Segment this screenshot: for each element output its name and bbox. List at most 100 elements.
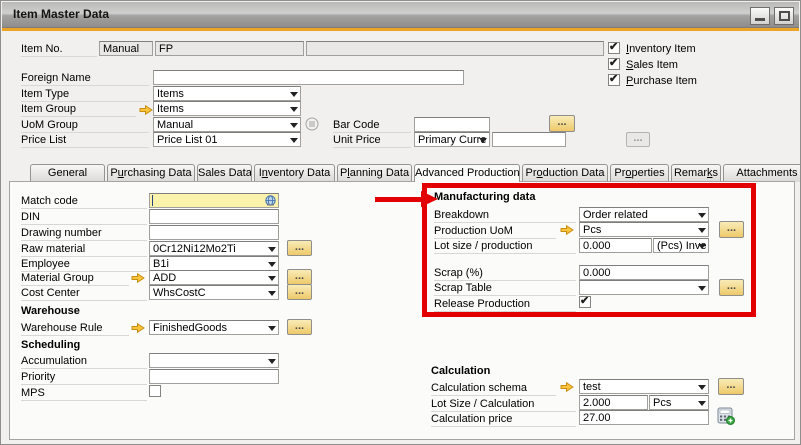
material-group-value: ADD [153, 272, 176, 284]
production-uom-browse-button[interactable]: ... [719, 221, 744, 238]
lot-size-calculation-label: Lot Size / Calculation [431, 398, 576, 412]
lot-size-production-uom-dropdown[interactable]: (Pcs) Inve [653, 238, 709, 253]
lot-size-calculation-uom-dropdown[interactable]: Pcs [649, 395, 709, 410]
uom-details-icon[interactable] [305, 117, 319, 131]
tab-properties[interactable]: Properties [610, 164, 669, 182]
drawing-number-label: Drawing number [21, 227, 147, 241]
dropdown-arrow-icon [290, 123, 298, 128]
unit-price-field[interactable] [492, 132, 566, 147]
item-no-secondary-field[interactable] [306, 41, 604, 56]
tab-production-data[interactable]: Production Data [522, 164, 608, 182]
tab-bar: General Purchasing Data Sales Data Inven… [30, 164, 801, 182]
purchase-item-checkbox[interactable] [608, 74, 620, 86]
link-arrow-icon[interactable] [560, 381, 574, 393]
item-type-value: Items [157, 88, 184, 100]
production-uom-dropdown[interactable]: Pcs [579, 222, 709, 237]
calculator-icon[interactable] [717, 407, 735, 425]
calculation-schema-browse-button[interactable]: ... [718, 378, 744, 395]
price-list-dropdown[interactable]: Price List 01 [153, 132, 301, 147]
item-no-code-field[interactable] [155, 41, 304, 56]
dropdown-arrow-icon [290, 138, 298, 143]
minimize-icon [755, 18, 765, 21]
item-type-dropdown[interactable]: Items [153, 86, 301, 101]
calculation-price-label: Calculation price [431, 413, 576, 427]
tab-sales-data[interactable]: Sales Data [197, 164, 252, 182]
raw-material-dropdown[interactable]: 0Cr12Ni12Mo2Ti [149, 241, 279, 256]
raw-material-browse-button[interactable]: ... [287, 240, 312, 256]
sales-item-label: Sales Item [626, 59, 678, 72]
lot-size-calculation-field[interactable] [579, 395, 648, 410]
price-list-label: Price List [21, 134, 149, 148]
tab-attachments[interactable]: Attachments [723, 164, 801, 182]
link-arrow-icon[interactable] [139, 104, 153, 116]
dropdown-arrow-icon [698, 286, 706, 291]
item-group-dropdown[interactable]: Items [153, 101, 301, 116]
match-code-label: Match code [21, 195, 147, 209]
uom-group-dropdown[interactable]: Manual [153, 117, 301, 132]
item-no-mode-field[interactable] [99, 41, 153, 56]
calculation-section-header: Calculation [431, 365, 490, 377]
breakdown-value: Order related [583, 209, 648, 221]
drawing-number-field[interactable] [149, 225, 279, 240]
link-arrow-icon[interactable] [131, 272, 145, 284]
lot-size-production-label: Lot size / production [434, 240, 576, 254]
calculation-schema-dropdown[interactable]: test [579, 379, 709, 394]
unit-price-label: Unit Price [333, 134, 411, 148]
purchase-item-label: Purchase Item [626, 75, 697, 88]
inventory-item-checkbox[interactable] [608, 42, 620, 54]
mps-label: MPS [21, 387, 147, 401]
din-field[interactable] [149, 209, 279, 224]
production-uom-value: Pcs [583, 224, 601, 236]
minimize-button[interactable] [750, 7, 770, 25]
tab-planning-data[interactable]: Planning Data [337, 164, 412, 182]
link-arrow-icon[interactable] [131, 322, 145, 334]
tab-remarks[interactable]: Remarks [671, 164, 721, 182]
foreign-name-field[interactable] [153, 70, 464, 85]
warehouse-rule-dropdown[interactable]: FinishedGoods [149, 320, 279, 335]
scrap-table-browse-button[interactable]: ... [719, 279, 744, 296]
release-production-checkbox[interactable] [579, 296, 591, 308]
tab-advanced-production[interactable]: Advanced Production [414, 164, 520, 182]
title-bar: Item Master Data [2, 2, 799, 28]
uom-group-label: UoM Group [21, 119, 149, 133]
cost-center-value: WhsCostC [153, 287, 206, 299]
tab-purchasing-data[interactable]: Purchasing Data [107, 164, 195, 182]
unit-price-currency-dropdown[interactable]: Primary Curre [414, 132, 490, 147]
employee-dropdown[interactable]: B1i [149, 256, 279, 271]
cost-center-dropdown[interactable]: WhsCostC [149, 285, 279, 300]
maximize-button[interactable] [774, 7, 794, 25]
dropdown-arrow-icon [268, 276, 276, 281]
dropdown-arrow-icon [268, 326, 276, 331]
item-group-label: Item Group [21, 103, 136, 117]
lot-size-calculation-uom-value: Pcs [653, 397, 671, 409]
match-code-field[interactable] [149, 193, 279, 208]
accent-divider [2, 28, 799, 31]
tab-inventory-data[interactable]: Inventory Data [254, 164, 335, 182]
warehouse-rule-browse-button[interactable]: ... [287, 319, 312, 335]
manufacturing-section-header: Manufacturing data [434, 191, 535, 203]
unit-price-browse-button[interactable]: ... [626, 132, 650, 147]
production-uom-label: Production UoM [434, 225, 556, 239]
material-group-dropdown[interactable]: ADD [149, 270, 279, 285]
warehouse-rule-label: Warehouse Rule [21, 322, 129, 336]
cost-center-browse-button[interactable]: ... [287, 284, 312, 300]
priority-field[interactable] [149, 369, 279, 384]
breakdown-dropdown[interactable]: Order related [579, 207, 709, 222]
material-group-browse-button[interactable]: ... [287, 269, 312, 285]
mps-checkbox[interactable] [149, 385, 161, 397]
lot-size-production-field[interactable] [579, 238, 652, 253]
scrap-pct-field[interactable] [579, 265, 709, 280]
calculation-price-field[interactable] [579, 410, 709, 425]
bar-code-browse-button[interactable]: ... [549, 115, 575, 132]
tab-general[interactable]: General [30, 164, 105, 182]
bar-code-field[interactable] [414, 117, 490, 132]
link-arrow-icon[interactable] [560, 224, 574, 236]
scrap-pct-label: Scrap (%) [434, 267, 576, 281]
sales-item-checkbox[interactable] [608, 58, 620, 70]
scrap-table-dropdown[interactable] [579, 280, 709, 295]
cost-center-label: Cost Center [21, 287, 147, 301]
maximize-icon [779, 11, 790, 21]
dropdown-arrow-icon [290, 107, 298, 112]
accumulation-dropdown[interactable] [149, 353, 279, 368]
uom-group-value: Manual [157, 119, 193, 131]
